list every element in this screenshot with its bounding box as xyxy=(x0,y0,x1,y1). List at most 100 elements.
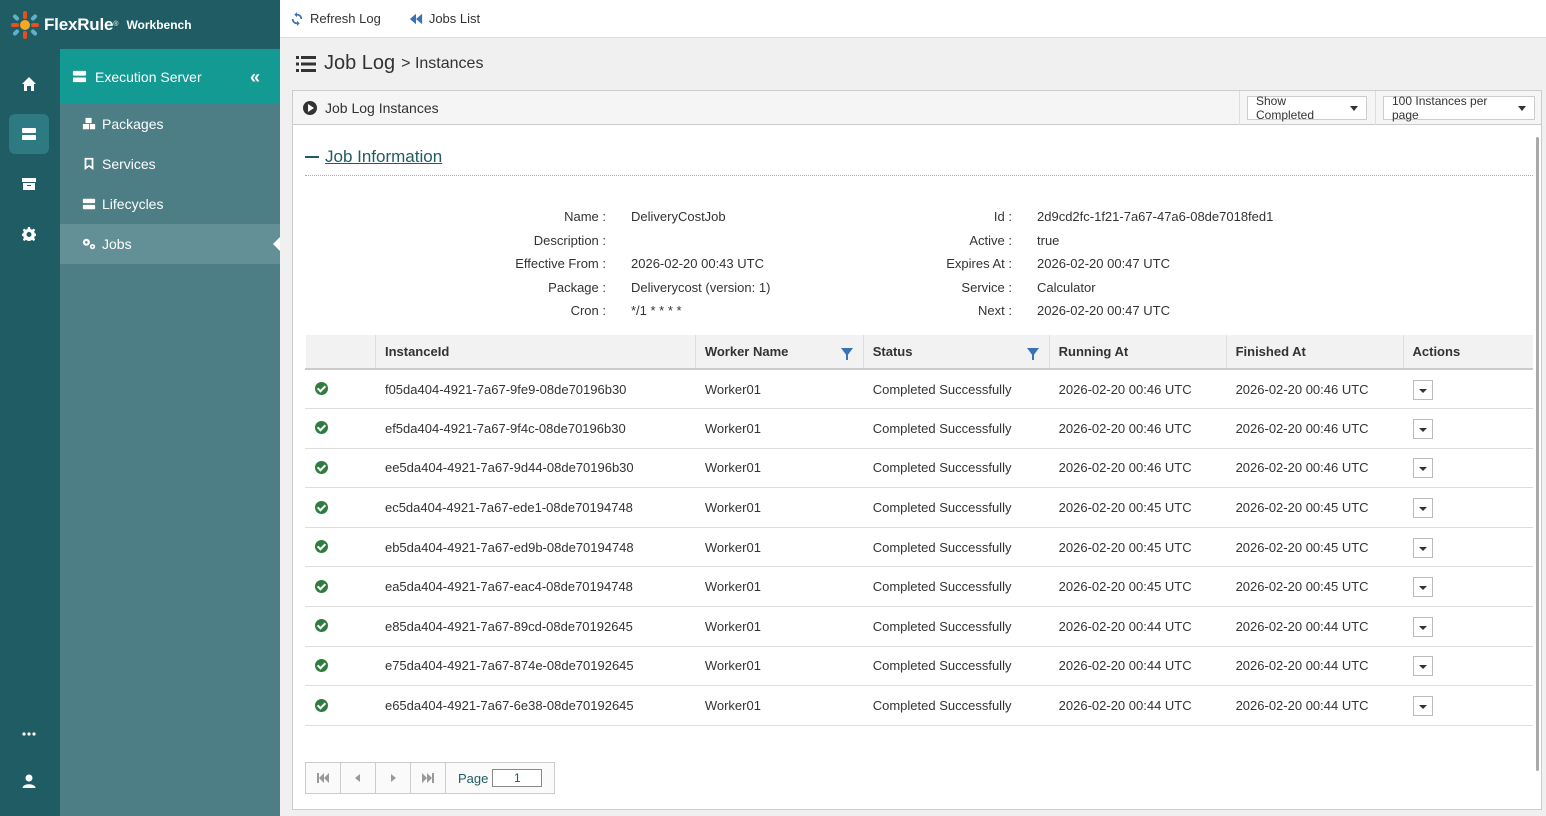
collapse-sidebar-icon[interactable]: « xyxy=(250,67,260,88)
service-label: Service : xyxy=(961,280,1012,295)
row-status-cell xyxy=(305,408,376,449)
table-row[interactable]: eb5da404-4921-7a67-ed9b-08de70194748 Work… xyxy=(305,527,1533,568)
first-page-button[interactable] xyxy=(306,763,341,793)
page-label: Page xyxy=(458,770,489,786)
check-circle-icon xyxy=(315,658,328,672)
rail-user-button[interactable] xyxy=(9,761,49,801)
rail-archive-button[interactable] xyxy=(9,164,49,204)
sidebar-item-packages[interactable]: Packages xyxy=(60,104,280,144)
table-header-row: InstanceId Worker Name Status Running At… xyxy=(305,335,1533,370)
last-page-button[interactable] xyxy=(411,763,446,793)
actions-cell xyxy=(1403,566,1533,608)
row-status-cell xyxy=(305,487,376,528)
last-page-icon xyxy=(422,773,434,783)
cron-label: Cron : xyxy=(570,303,606,318)
table-row[interactable]: ea5da404-4921-7a67-eac4-08de70194748 Work… xyxy=(305,566,1533,608)
worker-name-cell: Worker01 xyxy=(695,685,864,726)
running-at-cell: 2026-02-20 00:45 UTC xyxy=(1049,487,1227,528)
column-header-status[interactable]: Status xyxy=(862,335,1050,370)
table-row[interactable]: f05da404-4921-7a67-9fe9-08de70196b30 Work… xyxy=(305,369,1533,410)
worker-name-cell: Worker01 xyxy=(695,369,864,410)
column-header-instanceid[interactable]: InstanceId xyxy=(374,335,696,370)
flexrule-logo-icon xyxy=(10,10,40,40)
minus-icon xyxy=(305,156,319,158)
check-circle-icon xyxy=(315,540,328,554)
refresh-icon xyxy=(291,11,303,26)
actions-cell xyxy=(1403,487,1533,528)
worker-name-cell: Worker01 xyxy=(695,566,864,608)
row-actions-dropdown-button[interactable] xyxy=(1412,577,1433,598)
rail-server-button[interactable] xyxy=(9,114,49,154)
row-actions-dropdown-button[interactable] xyxy=(1412,498,1433,519)
row-actions-dropdown-button[interactable] xyxy=(1412,696,1433,717)
active-value: true xyxy=(1037,233,1060,248)
home-icon xyxy=(22,77,36,91)
show-completed-dropdown[interactable]: Show Completed xyxy=(1247,94,1367,122)
page-title-text: Job Log xyxy=(324,52,396,74)
row-actions-dropdown-button[interactable] xyxy=(1412,379,1433,400)
sidebar-item-lifecycles[interactable]: Lifecycles xyxy=(60,184,280,224)
refresh-log-button[interactable]: Refresh Log xyxy=(290,11,381,26)
row-actions-dropdown-button[interactable] xyxy=(1412,537,1433,558)
table-row[interactable]: e85da404-4921-7a67-89cd-08de70192645 Work… xyxy=(305,606,1533,647)
column-header-running-at[interactable]: Running At xyxy=(1048,335,1227,370)
row-status-cell xyxy=(305,448,376,489)
table-row[interactable]: e75da404-4921-7a67-874e-08de70192645 Work… xyxy=(305,646,1533,687)
scrollbar[interactable] xyxy=(1536,137,1539,771)
row-status-cell xyxy=(305,685,376,726)
previous-page-button[interactable] xyxy=(341,763,376,793)
finished-at-cell: 2026-02-20 00:44 UTC xyxy=(1226,646,1403,687)
rail-settings-button[interactable] xyxy=(9,214,49,254)
row-actions-dropdown-button[interactable] xyxy=(1412,418,1433,439)
sidebar-item-label: Services xyxy=(102,156,156,172)
instance-id-cell: f05da404-4921-7a67-9fe9-08de70196b30 xyxy=(375,369,696,410)
column-header-finished-at[interactable]: Finished At xyxy=(1225,335,1403,370)
row-status-cell xyxy=(305,527,376,568)
sidebar-item-label: Jobs xyxy=(102,236,132,252)
per-page-dropdown[interactable]: 100 Instances per page xyxy=(1383,94,1535,122)
filter-icon[interactable] xyxy=(1026,348,1039,360)
rail-home-button[interactable] xyxy=(9,64,49,104)
package-label: Package : xyxy=(548,280,606,295)
lifecycles-icon xyxy=(82,198,96,210)
play-circle-icon xyxy=(303,100,317,115)
column-header-label: Running At xyxy=(1058,344,1129,359)
filter-icon[interactable] xyxy=(840,348,853,360)
finished-at-cell: 2026-02-20 00:46 UTC xyxy=(1226,408,1403,449)
list-icon xyxy=(296,55,316,72)
sidebar-item-jobs[interactable]: Jobs xyxy=(60,224,280,264)
status-cell: Completed Successfully xyxy=(863,369,1050,410)
rail-more-button[interactable] xyxy=(9,714,49,754)
package-value: Deliverycost (version: 1) xyxy=(631,280,771,295)
page-number-input[interactable] xyxy=(492,769,543,787)
previous-page-icon xyxy=(355,774,360,782)
row-status-cell xyxy=(305,566,376,608)
description-label: Description : xyxy=(533,233,606,248)
worker-name-cell: Worker01 xyxy=(695,487,864,528)
actions-cell xyxy=(1403,369,1533,410)
sidebar-item-services[interactable]: Services xyxy=(60,144,280,184)
per-page-label: 100 Instances per page xyxy=(1392,94,1488,122)
app-logo[interactable]: FlexRule ® Workbench xyxy=(0,0,280,49)
status-cell: Completed Successfully xyxy=(863,448,1050,489)
actions-cell xyxy=(1403,448,1533,489)
row-actions-dropdown-button[interactable] xyxy=(1412,458,1433,479)
table-row[interactable]: ec5da404-4921-7a67-ede1-08de70194748 Work… xyxy=(305,487,1533,528)
table-row[interactable]: ef5da404-4921-7a67-9f4c-08de70196b30 Work… xyxy=(305,408,1533,449)
row-actions-dropdown-button[interactable] xyxy=(1412,616,1433,637)
column-header-worker-name[interactable]: Worker Name xyxy=(694,335,864,370)
instances-table: InstanceId Worker Name Status Running At… xyxy=(305,335,1533,726)
next-page-button[interactable] xyxy=(376,763,411,793)
row-status-cell xyxy=(305,646,376,687)
job-information-toggle[interactable]: Job Information xyxy=(305,147,442,167)
next-page-icon xyxy=(391,774,396,782)
table-row[interactable]: ee5da404-4921-7a67-9d44-08de70196b30 Work… xyxy=(305,448,1533,489)
actions-cell xyxy=(1403,527,1533,568)
jobs-list-button[interactable]: Jobs List xyxy=(409,11,480,26)
table-row[interactable]: e65da404-4921-7a67-6e38-08de70192645 Work… xyxy=(305,685,1533,726)
row-actions-dropdown-button[interactable] xyxy=(1412,656,1433,677)
status-cell: Completed Successfully xyxy=(863,527,1050,568)
pager: Page xyxy=(305,762,555,794)
caret-down-icon xyxy=(1518,105,1526,111)
effective-from-value: 2026-02-20 00:43 UTC xyxy=(631,256,764,271)
